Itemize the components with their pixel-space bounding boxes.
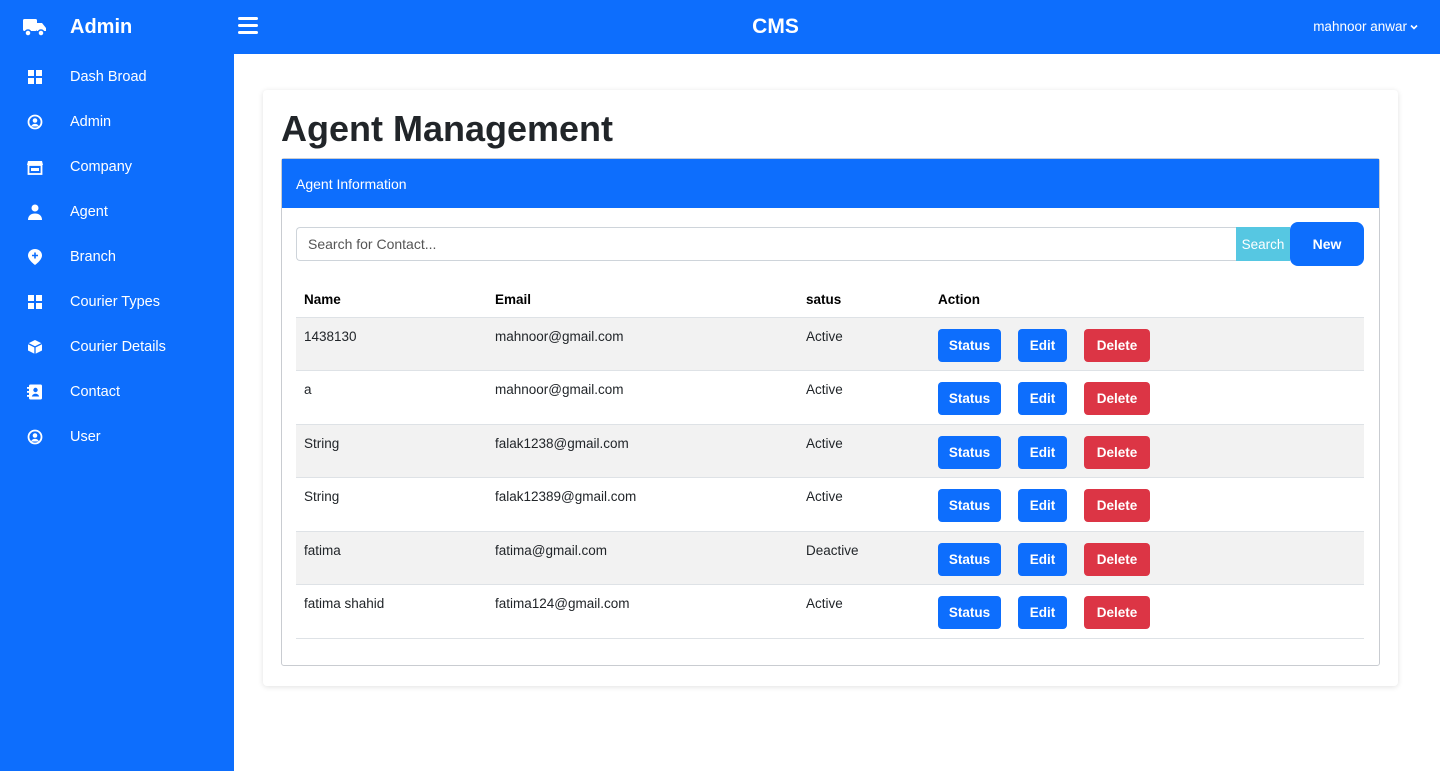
cell-status: Active [806,489,843,504]
grid-icon [26,293,44,311]
sidebar-item-agent[interactable]: Agent [0,189,234,234]
table-row: fatima fatima@gmail.com Deactive Status E… [296,531,1364,585]
sidebar-item-company[interactable]: Company [0,144,234,189]
sidebar-item-label: Branch [70,248,116,265]
sidebar-item-dash-broad[interactable]: Dash Broad [0,54,234,99]
delete-button[interactable]: Delete [1084,382,1150,415]
brand[interactable]: Admin [0,0,234,54]
search-input[interactable] [296,227,1237,261]
sidebar-item-label: Courier Details [70,338,166,355]
edit-button[interactable]: Edit [1018,382,1067,415]
cell-email: fatima124@gmail.com [495,596,630,611]
truck-icon [23,17,47,37]
search-button[interactable]: Search [1236,227,1290,261]
panel-header: Agent Information [282,159,1379,208]
column-header-action: Action [930,282,1364,318]
cell-name: a [304,382,312,397]
edit-button[interactable]: Edit [1018,596,1067,629]
page-title: Agent Management [281,108,614,149]
sidebar-item-courier-types[interactable]: Courier Types [0,279,234,324]
column-header-status: satus [798,282,930,318]
sidebar-item-user[interactable]: User [0,414,234,459]
delete-button[interactable]: Delete [1084,542,1150,576]
table-row: String falak1238@gmail.com Active Status… [296,424,1364,478]
cell-actions: Status Edit Delete [930,531,1364,585]
main-card: Agent Management Agent Information Searc… [263,90,1398,686]
user-circle-icon [26,428,44,446]
sidebar-item-label: Admin [70,113,112,130]
status-button[interactable]: Status [938,542,1001,576]
status-button[interactable]: Status [938,328,1001,362]
delete-button[interactable]: Delete [1084,489,1150,522]
sidebar-item-courier-details[interactable]: Courier Details [0,324,234,369]
user-dropdown[interactable]: mahnoor anwar [1313,19,1418,34]
cell-name: String [304,435,340,451]
sidebar-item-label: Agent [70,203,108,220]
status-button[interactable]: Status [938,382,1001,415]
cell-email: mahnoor@gmail.com [495,382,624,397]
cell-name: 1438130 [304,328,357,344]
cell-status: Active [806,382,843,397]
sidebar: Admin Dash Broad Admin Company Agent Bra… [0,0,234,771]
cell-email: falak1238@gmail.com [495,435,629,451]
edit-button[interactable]: Edit [1018,328,1067,362]
cell-actions: Status Edit Delete [930,371,1364,425]
cell-actions: Status Edit Delete [930,317,1364,371]
status-button[interactable]: Status [938,435,1001,469]
delete-button[interactable]: Delete [1084,328,1150,362]
delete-button[interactable]: Delete [1084,435,1150,469]
cell-status: Active [806,328,843,344]
edit-button[interactable]: Edit [1018,435,1067,469]
edit-button[interactable]: Edit [1018,542,1067,576]
column-header-email: Email [487,282,798,318]
topbar: CMS mahnoor anwar [234,0,1440,54]
dashboard-icon [26,68,44,86]
sidebar-item-label: Dash Broad [70,68,147,85]
cell-actions: Status Edit Delete [930,424,1364,478]
chevron-down-icon [1410,24,1418,30]
contact-card-icon [26,383,44,401]
delete-button[interactable]: Delete [1084,596,1150,629]
column-header-name: Name [296,282,487,318]
status-button[interactable]: Status [938,489,1001,522]
cell-status: Active [806,435,843,451]
edit-button[interactable]: Edit [1018,489,1067,522]
sidebar-item-label: User [70,428,101,445]
store-icon [26,158,44,176]
cell-name: fatima shahid [304,596,385,611]
cell-name: String [304,489,340,504]
sidebar-item-label: Courier Types [70,293,160,310]
table-row: 1438130 mahnoor@gmail.com Active Status E… [296,317,1364,371]
cell-email: fatima@gmail.com [495,542,607,558]
user-name: mahnoor anwar [1313,19,1407,34]
sidebar-item-admin[interactable]: Admin [0,99,234,144]
box-icon [26,338,44,356]
agent-table: Name Email satus Action 1438130 mahnoor@… [296,282,1364,639]
sidebar-item-label: Contact [70,383,120,400]
sidebar-nav: Dash Broad Admin Company Agent Branch Co… [0,54,234,459]
cell-name: fatima [304,542,341,558]
cell-actions: Status Edit Delete [930,585,1364,639]
cell-email: falak12389@gmail.com [495,489,637,504]
person-icon [26,203,44,221]
sidebar-item-branch[interactable]: Branch [0,234,234,279]
sidebar-item-label: Company [70,158,133,175]
cell-actions: Status Edit Delete [930,478,1364,532]
location-plus-icon [26,248,44,266]
table-header-row: Name Email satus Action [296,282,1364,318]
agent-panel: Agent Information Search New Name Email … [281,158,1380,666]
table-row: fatima shahid fatima124@gmail.com Active… [296,585,1364,639]
table-row: a mahnoor@gmail.com Active Status Edit Del… [296,371,1364,425]
user-circle-icon [26,113,44,131]
cell-status: Deactive [806,542,859,558]
table-row: String falak12389@gmail.com Active Statu… [296,478,1364,532]
app-title: CMS [752,15,799,38]
status-button[interactable]: Status [938,596,1001,629]
brand-title: Admin [70,15,133,38]
search-bar: Search New [296,222,1364,266]
cell-email: mahnoor@gmail.com [495,328,624,344]
new-button[interactable]: New [1290,222,1364,266]
sidebar-item-contact[interactable]: Contact [0,369,234,414]
cell-status: Active [806,596,843,611]
